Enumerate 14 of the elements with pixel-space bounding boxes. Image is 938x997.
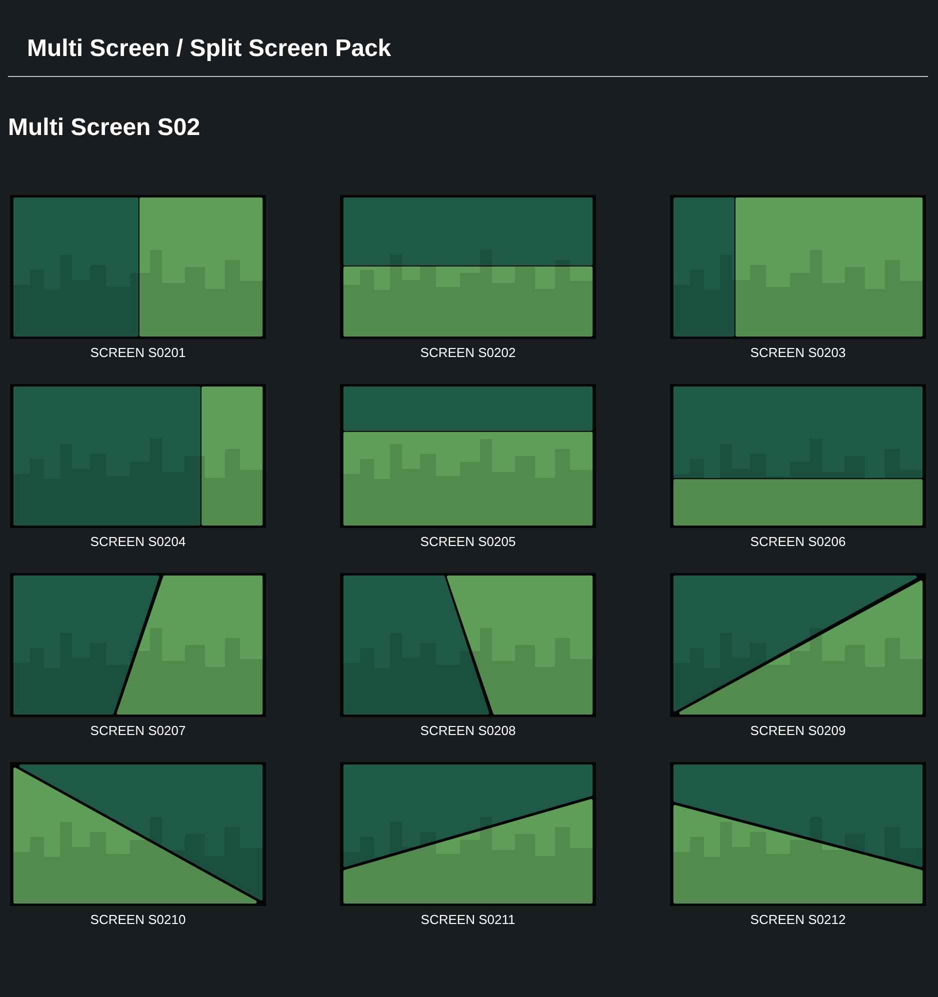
screen-caption: SCREEN S0211 xyxy=(420,912,516,927)
screen-caption: SCREEN S0206 xyxy=(750,534,846,549)
screen-caption: SCREEN S0208 xyxy=(420,723,516,738)
screen-caption: SCREEN S0212 xyxy=(750,912,846,927)
section-title: Multi Screen S02 xyxy=(8,113,202,143)
screen-caption: SCREEN S0210 xyxy=(90,912,186,927)
screen-caption: SCREEN S0201 xyxy=(90,345,186,360)
page-title: Multi Screen / Split Screen Pack xyxy=(26,34,392,64)
screen-caption: SCREEN S0205 xyxy=(420,534,516,549)
screen-caption: SCREEN S0207 xyxy=(90,723,186,738)
screen-caption: SCREEN S0204 xyxy=(90,534,186,549)
screen-caption: SCREEN S0202 xyxy=(420,345,516,360)
screen-caption: SCREEN S0209 xyxy=(750,723,846,738)
screen-caption: SCREEN S0203 xyxy=(750,345,846,360)
